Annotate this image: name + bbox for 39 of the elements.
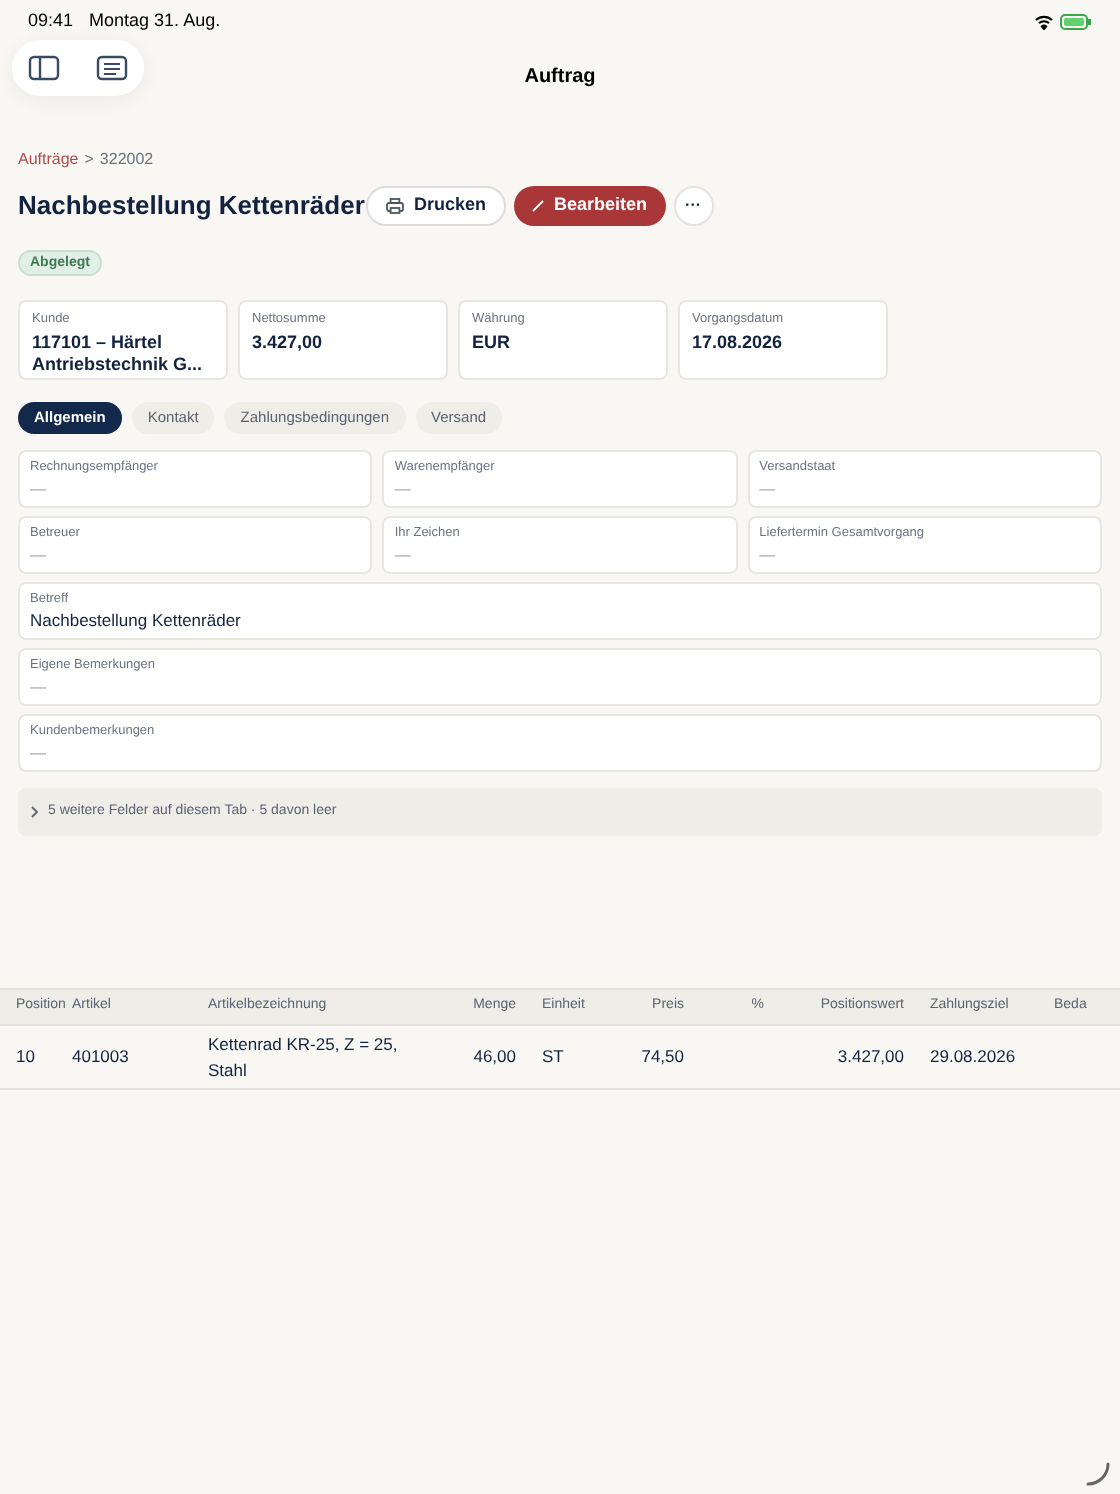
- field-value: —: [30, 742, 48, 764]
- field-value: —: [394, 478, 413, 500]
- table-cell-text: Kettenrad KR-25, Z = 25, Stahl: [208, 1031, 400, 1083]
- field-value: —: [759, 544, 778, 566]
- battery-icon: [1060, 14, 1092, 30]
- field-value: —: [394, 544, 413, 566]
- nav-title: Auftrag: [524, 63, 596, 91]
- field-value: Nachbestellung Kettenräder: [30, 610, 243, 632]
- print-button[interactable]: Drucken: [366, 186, 507, 226]
- table-cell: ST: [542, 1044, 564, 1070]
- table-cell: 29.08.2026: [930, 1044, 1016, 1070]
- summary-value: 117101 – Härtel Antriebstechnik G...: [32, 331, 205, 376]
- summary-value: 17.08.2026: [692, 331, 785, 354]
- status-date: Montag 31. Aug.: [89, 8, 221, 35]
- field-value: —: [30, 544, 48, 566]
- breadcrumb-link[interactable]: Aufträge: [18, 148, 79, 172]
- summary-value: EUR: [472, 331, 513, 354]
- table-cell: 46,00: [473, 1044, 516, 1070]
- more-button[interactable]: ···: [673, 186, 714, 226]
- chevron-icon: [30, 806, 40, 818]
- table-cell: 3.427,00: [837, 1044, 904, 1070]
- summary-value: 3.427,00: [252, 331, 325, 354]
- status-time: 09:41: [28, 8, 74, 35]
- field-value: —: [30, 676, 48, 698]
- sidebar-icon[interactable]: [28, 54, 60, 82]
- wifi-icon: [1034, 14, 1054, 30]
- breadcrumb-current: 322002: [99, 148, 154, 172]
- table-cell: 10: [16, 1044, 35, 1070]
- pencil-icon: [532, 200, 545, 212]
- breadcrumb-separator: >: [84, 148, 94, 172]
- edit-button[interactable]: Bearbeiten: [514, 186, 666, 226]
- table-cell: 401003: [72, 1044, 129, 1070]
- field-value: —: [759, 478, 778, 500]
- printer-icon: [386, 198, 404, 214]
- table-cell: 74,50: [641, 1044, 684, 1070]
- list-icon[interactable]: [96, 54, 128, 82]
- page-title: Nachbestellung Kettenräder: [18, 188, 366, 225]
- resize-handle-icon[interactable]: [1086, 1462, 1110, 1486]
- field-value: —: [30, 478, 48, 500]
